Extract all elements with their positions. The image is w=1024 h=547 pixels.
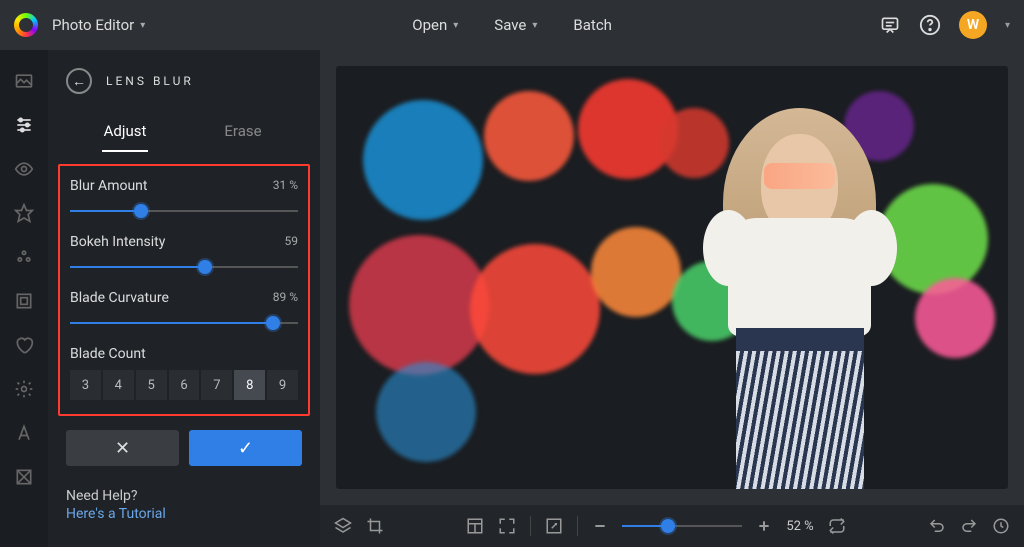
side-panel: ← LENS BLUR Adjust Erase Blur Amount 31 %… [48, 50, 320, 547]
avatar-initial: W [967, 17, 979, 33]
blur-amount-slider[interactable] [70, 204, 298, 218]
controls-highlight-box: Blur Amount31 % Bokeh Intensity59 Blade … [58, 164, 310, 416]
blade-count-4[interactable]: 4 [103, 370, 134, 400]
cancel-button[interactable]: ✕ [66, 430, 179, 466]
layers-icon[interactable] [334, 517, 352, 535]
batch-label: Batch [573, 16, 612, 34]
open-label: Open [412, 16, 447, 34]
blade-count-6[interactable]: 6 [169, 370, 200, 400]
redo-icon[interactable] [960, 517, 978, 535]
save-menu[interactable]: Save ▾ [494, 16, 537, 34]
panel-title: LENS BLUR [106, 74, 194, 88]
tab-erase[interactable]: Erase [184, 110, 302, 152]
blade-count-3[interactable]: 3 [70, 370, 101, 400]
zoom-out-icon[interactable] [592, 518, 608, 534]
blade-count-9[interactable]: 9 [267, 370, 298, 400]
bokeh-intensity-label: Bokeh Intensity [70, 234, 165, 250]
blade-count-8[interactable]: 8 [234, 370, 265, 400]
blade-count-label: Blade Count [70, 346, 146, 362]
edited-image [336, 66, 1008, 489]
chevron-down-icon: ▾ [140, 20, 145, 31]
crop-icon[interactable] [366, 517, 384, 535]
bokeh-intensity-control: Bokeh Intensity 59 [70, 234, 298, 274]
texture-tool-icon[interactable] [13, 466, 35, 488]
blade-curvature-value: 89 % [273, 290, 298, 306]
open-menu[interactable]: Open ▾ [412, 16, 458, 34]
image-tool-icon[interactable] [13, 70, 35, 92]
blur-amount-control: Blur Amount 31 % [70, 178, 298, 218]
text-tool-icon[interactable] [13, 422, 35, 444]
batch-button[interactable]: Batch [573, 16, 612, 34]
blade-count-7[interactable]: 7 [201, 370, 232, 400]
gear-tool-icon[interactable] [13, 378, 35, 400]
help-question: Need Help? [66, 488, 302, 504]
zoom-slider[interactable] [622, 519, 742, 533]
eye-tool-icon[interactable] [13, 158, 35, 180]
sliders-tool-icon[interactable] [13, 114, 35, 136]
blur-amount-label: Blur Amount [70, 178, 148, 194]
group-tool-icon[interactable] [13, 246, 35, 268]
bokeh-intensity-slider[interactable] [70, 260, 298, 274]
star-tool-icon[interactable] [13, 202, 35, 224]
repeat-icon[interactable] [828, 517, 846, 535]
divider [530, 516, 531, 536]
apply-button[interactable]: ✓ [189, 430, 302, 466]
avatar[interactable]: W [959, 11, 987, 39]
app-logo [14, 13, 38, 37]
save-label: Save [494, 16, 526, 34]
blade-count-control: Blade Count 3 4 5 6 7 8 9 [70, 346, 298, 400]
blur-amount-value: 31 % [273, 178, 298, 194]
zoom-value: 52 % [786, 519, 813, 534]
toolstrip [0, 50, 48, 547]
chevron-down-icon: ▾ [453, 20, 458, 31]
zoom-in-icon[interactable] [756, 518, 772, 534]
bottom-bar: 52 % [320, 505, 1024, 547]
app-title-label: Photo Editor [52, 16, 134, 34]
app-title-dropdown[interactable]: Photo Editor ▾ [52, 16, 145, 34]
check-icon: ✓ [238, 438, 253, 459]
bokeh-intensity-value: 59 [285, 234, 299, 250]
blade-curvature-control: Blade Curvature 89 % [70, 290, 298, 330]
chevron-down-icon[interactable]: ▾ [1005, 20, 1010, 31]
layout-icon[interactable] [466, 517, 484, 535]
undo-icon[interactable] [928, 517, 946, 535]
blade-curvature-slider[interactable] [70, 316, 298, 330]
back-button[interactable]: ← [66, 68, 92, 94]
canvas[interactable] [320, 50, 1024, 505]
close-icon: ✕ [115, 438, 130, 459]
chevron-down-icon: ▾ [532, 20, 537, 31]
fit-icon[interactable] [498, 517, 516, 535]
divider [577, 516, 578, 536]
expand-icon[interactable] [545, 517, 563, 535]
help-icon[interactable] [919, 14, 941, 36]
tutorial-link[interactable]: Here's a Tutorial [66, 506, 166, 522]
chat-icon[interactable] [879, 14, 901, 36]
heart-tool-icon[interactable] [13, 334, 35, 356]
blade-count-segments: 3 4 5 6 7 8 9 [70, 370, 298, 400]
blade-curvature-label: Blade Curvature [70, 290, 169, 306]
tab-adjust[interactable]: Adjust [66, 110, 184, 152]
blade-count-5[interactable]: 5 [136, 370, 167, 400]
history-icon[interactable] [992, 517, 1010, 535]
frame-tool-icon[interactable] [13, 290, 35, 312]
